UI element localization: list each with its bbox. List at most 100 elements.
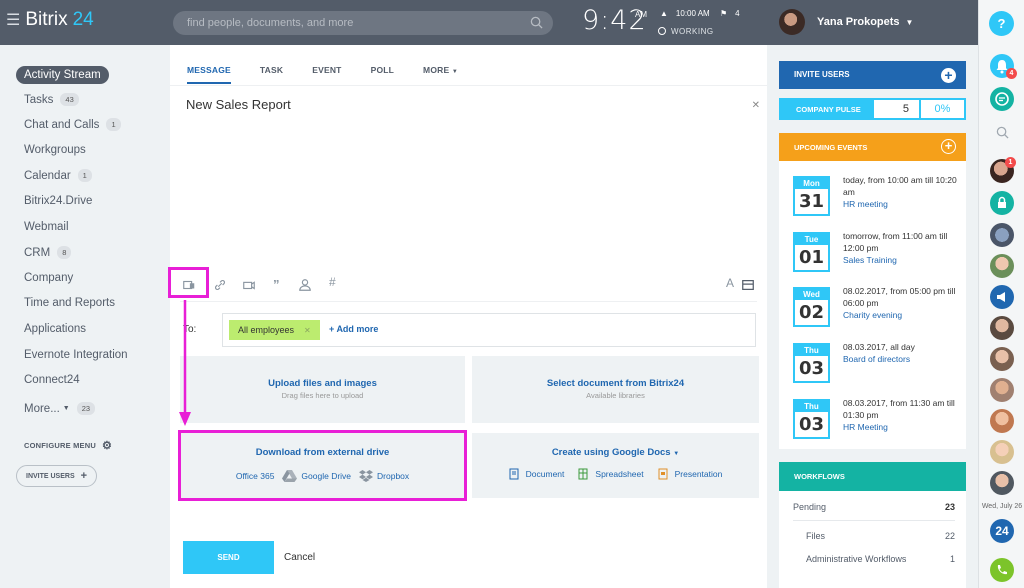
sidebar-item-applications[interactable]: Applications bbox=[24, 323, 86, 335]
lock-icon[interactable] bbox=[990, 191, 1014, 215]
event-title-link[interactable]: HR Meeting bbox=[843, 421, 963, 433]
workflow-row[interactable]: Administrative Workflows 1 bbox=[806, 554, 955, 564]
event-title-link[interactable]: Board of directors bbox=[843, 353, 963, 365]
bell-icon[interactable]: 4 bbox=[990, 54, 1017, 79]
invite-users-button[interactable]: INVITE USERS + bbox=[16, 465, 98, 487]
sidebar-item-chat-and-calls[interactable]: Chat and Calls 1 bbox=[24, 118, 121, 131]
panel-toggle-icon[interactable] bbox=[741, 278, 755, 292]
gdoc-presentation-link[interactable]: Presentation bbox=[658, 468, 722, 480]
date-label: Wed, July 26 bbox=[981, 503, 1023, 510]
avatar[interactable]: 1 bbox=[990, 157, 1016, 183]
upcoming-events-header: UPCOMING EVENTS + bbox=[779, 133, 966, 161]
search-input[interactable] bbox=[173, 11, 553, 35]
sidebar-item-company[interactable]: Company bbox=[24, 272, 73, 284]
upload-title: Upload files and images bbox=[268, 378, 377, 389]
sidebar-item-more[interactable]: More... ▼ 23 bbox=[24, 402, 96, 415]
remove-icon[interactable]: ✕ bbox=[304, 326, 311, 335]
sidebar-item-label: Time and Reports bbox=[24, 297, 115, 309]
tab-event[interactable]: EVENT bbox=[312, 65, 341, 75]
sidebar-item-activity-stream[interactable]: Activity Stream bbox=[16, 66, 109, 84]
top-bar: ☰ Bitrix 24 9:42 AM ▲10:00 AM ⚑4 WORKING… bbox=[0, 0, 978, 45]
logo[interactable]: ☰ Bitrix 24 bbox=[6, 9, 94, 31]
tab-message[interactable]: MESSAGE bbox=[187, 65, 231, 84]
sidebar-item-calendar[interactable]: Calendar 1 bbox=[24, 169, 92, 182]
right-strip: ? 4 1 Wed, July 26 24 bbox=[978, 0, 1024, 588]
sidebar-item-workgroups[interactable]: Workgroups bbox=[24, 144, 86, 156]
upcoming-events-title: UPCOMING EVENTS bbox=[794, 143, 868, 152]
sidebar-item-label: Connect24 bbox=[24, 374, 80, 386]
sidebar-item-label: Calendar bbox=[24, 169, 71, 182]
notification-badge: 4 bbox=[1006, 68, 1017, 79]
sidebar-item-tasks[interactable]: Tasks 43 bbox=[24, 93, 79, 106]
megaphone-icon[interactable] bbox=[990, 285, 1014, 309]
work-status[interactable]: WORKING bbox=[658, 27, 714, 36]
avatar[interactable] bbox=[990, 254, 1014, 278]
event-title-link[interactable]: Charity evening bbox=[843, 309, 963, 321]
gdoc-document-link[interactable]: Document bbox=[509, 468, 564, 480]
workflow-row[interactable]: Pending 23 bbox=[793, 502, 955, 512]
company-pulse-widget[interactable]: COMPANY PULSE 5 0% bbox=[779, 98, 966, 120]
mention-user-icon[interactable] bbox=[298, 278, 312, 292]
sidebar-item-drive[interactable]: Bitrix24.Drive bbox=[24, 195, 92, 207]
user-menu[interactable]: Yana Prokopets ▼ bbox=[779, 9, 913, 35]
video-icon[interactable] bbox=[242, 278, 256, 292]
chat-icon[interactable] bbox=[990, 87, 1014, 111]
avatar[interactable] bbox=[990, 316, 1014, 340]
event-date: 03 bbox=[798, 414, 825, 435]
bitrix-documents-area[interactable]: Select document from Bitrix24 Available … bbox=[472, 356, 759, 423]
add-more-link[interactable]: + Add more bbox=[329, 324, 378, 334]
invite-users-widget[interactable]: INVITE USERS + bbox=[779, 61, 966, 89]
sidebar-item-time-and-reports[interactable]: Time and Reports bbox=[24, 297, 115, 309]
bitrix24-icon[interactable]: 24 bbox=[990, 519, 1014, 543]
recipients-field[interactable]: All employees ✕ + Add more bbox=[222, 313, 756, 347]
event-date: 03 bbox=[798, 358, 825, 379]
gear-icon: ⚙ bbox=[101, 440, 113, 452]
close-icon[interactable]: ✕ bbox=[752, 100, 760, 111]
right-column: INVITE USERS + COMPANY PULSE 5 0% UPCOMI… bbox=[767, 45, 978, 588]
plus-icon[interactable]: + bbox=[941, 68, 956, 83]
user-badge: 1 bbox=[1005, 157, 1016, 168]
search-box[interactable] bbox=[173, 11, 553, 35]
avatar[interactable] bbox=[990, 223, 1014, 247]
avatar[interactable] bbox=[990, 440, 1014, 464]
menu-icon[interactable]: ☰ bbox=[6, 10, 20, 30]
tab-poll[interactable]: POLL bbox=[371, 65, 394, 75]
phone-icon[interactable] bbox=[990, 558, 1014, 582]
sidebar-item-label: CRM bbox=[24, 246, 51, 259]
cancel-button[interactable]: Cancel bbox=[284, 552, 315, 563]
avatar bbox=[779, 9, 805, 35]
link-icon[interactable] bbox=[213, 278, 227, 292]
event-title-link[interactable]: HR meeting bbox=[843, 198, 963, 210]
sidebar-item-label: Bitrix24.Drive bbox=[24, 195, 93, 207]
search-icon[interactable] bbox=[530, 16, 543, 29]
search-icon[interactable] bbox=[996, 126, 1009, 139]
avatar[interactable] bbox=[990, 471, 1014, 495]
avatar[interactable] bbox=[990, 409, 1014, 433]
event-title-link[interactable]: Sales Training bbox=[843, 254, 963, 266]
recipient-chip[interactable]: All employees ✕ bbox=[229, 320, 320, 340]
annotation-arrow bbox=[179, 300, 191, 426]
post-title-input[interactable]: New Sales Report bbox=[186, 97, 291, 112]
help-button[interactable]: ? bbox=[989, 11, 1014, 36]
google-docs-dropdown[interactable]: Create using Google Docs ▼ bbox=[472, 447, 759, 458]
gdoc-spreadsheet-link[interactable]: Spreadsheet bbox=[578, 468, 644, 480]
quote-icon[interactable]: ” bbox=[273, 277, 287, 292]
avatar[interactable] bbox=[990, 347, 1014, 371]
workflow-row[interactable]: Files 22 bbox=[806, 531, 955, 541]
tab-more[interactable]: MORE ▼ bbox=[423, 65, 458, 75]
hashtag-icon[interactable]: # bbox=[329, 275, 343, 289]
avatar[interactable] bbox=[990, 378, 1014, 402]
sidebar-item-webmail[interactable]: Webmail bbox=[24, 221, 69, 233]
configure-menu-button[interactable]: CONFIGURE MENU ⚙ bbox=[24, 439, 112, 452]
tab-task[interactable]: TASK bbox=[260, 65, 283, 75]
spreadsheet-icon bbox=[578, 468, 588, 480]
upload-files-area[interactable]: Upload files and images Drag files here … bbox=[180, 356, 465, 423]
pulse-percent: 0% bbox=[921, 100, 964, 118]
text-format-icon[interactable]: A bbox=[726, 276, 740, 290]
composer-tabs: MESSAGE TASK EVENT POLL MORE ▼ bbox=[187, 65, 487, 84]
sidebar-item-connect24[interactable]: Connect24 bbox=[24, 374, 80, 386]
add-event-icon[interactable]: + bbox=[941, 139, 956, 154]
sidebar-item-crm[interactable]: CRM 8 bbox=[24, 246, 72, 259]
send-button[interactable]: SEND bbox=[183, 541, 274, 574]
sidebar-item-evernote[interactable]: Evernote Integration bbox=[24, 349, 128, 361]
